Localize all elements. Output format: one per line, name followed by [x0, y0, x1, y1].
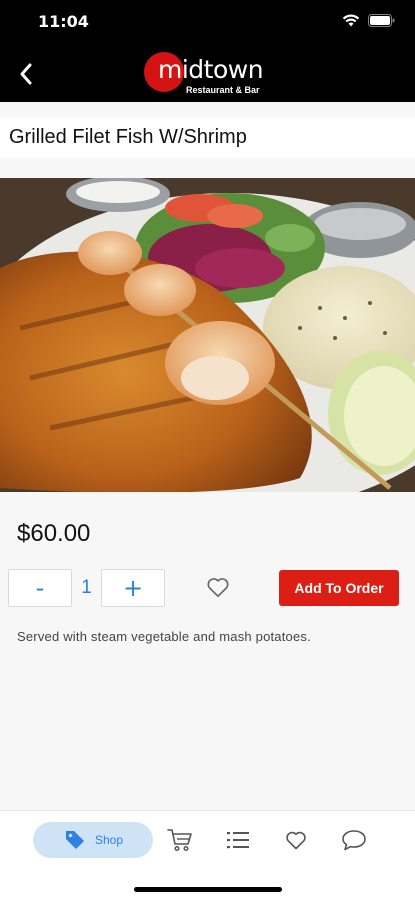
- quantity-value: 1: [81, 577, 92, 598]
- nav-bar: midtown Restaurant & Bar: [0, 46, 415, 102]
- tab-cart[interactable]: [166, 827, 194, 853]
- battery-icon: [368, 14, 395, 27]
- tab-shop-label: Shop: [95, 833, 124, 847]
- list-icon: [227, 832, 249, 849]
- decrease-quantity-button[interactable]: -: [8, 569, 72, 607]
- item-description: Served with steam vegetable and mash pot…: [17, 629, 311, 644]
- status-icons: [342, 14, 395, 27]
- favorite-button[interactable]: [205, 574, 231, 600]
- status-bar: 11:04: [0, 0, 415, 46]
- add-to-order-button[interactable]: Add To Order: [279, 570, 399, 606]
- status-time: 11:04: [38, 12, 89, 31]
- chevron-left-icon: [20, 63, 32, 85]
- logo: midtown Restaurant & Bar: [144, 50, 274, 98]
- tag-icon: [66, 831, 84, 849]
- tab-shop[interactable]: Shop: [33, 822, 153, 858]
- heart-icon: [286, 831, 306, 850]
- tab-favorites[interactable]: [282, 827, 310, 853]
- home-indicator: [134, 887, 282, 892]
- food-photo: [0, 178, 415, 492]
- tab-menu-list[interactable]: [224, 827, 252, 853]
- logo-subtitle: Restaurant & Bar: [186, 85, 260, 95]
- back-button[interactable]: [8, 56, 44, 92]
- wifi-icon: [342, 14, 360, 27]
- chat-icon: [342, 830, 366, 851]
- item-price: $60.00: [17, 520, 91, 547]
- title-bar: Grilled Filet Fish W/Shrimp: [0, 118, 415, 158]
- cart-icon: [167, 829, 192, 852]
- tab-bar: Shop: [0, 810, 415, 900]
- increase-quantity-button[interactable]: +: [101, 569, 165, 607]
- item-title: Grilled Filet Fish W/Shrimp: [9, 126, 247, 148]
- heart-outline-icon: [207, 578, 229, 598]
- logo-word: midtown: [158, 55, 264, 84]
- tab-chat[interactable]: [340, 827, 368, 853]
- item-details: $60.00 - 1 + Add To Order Served with st…: [0, 508, 415, 808]
